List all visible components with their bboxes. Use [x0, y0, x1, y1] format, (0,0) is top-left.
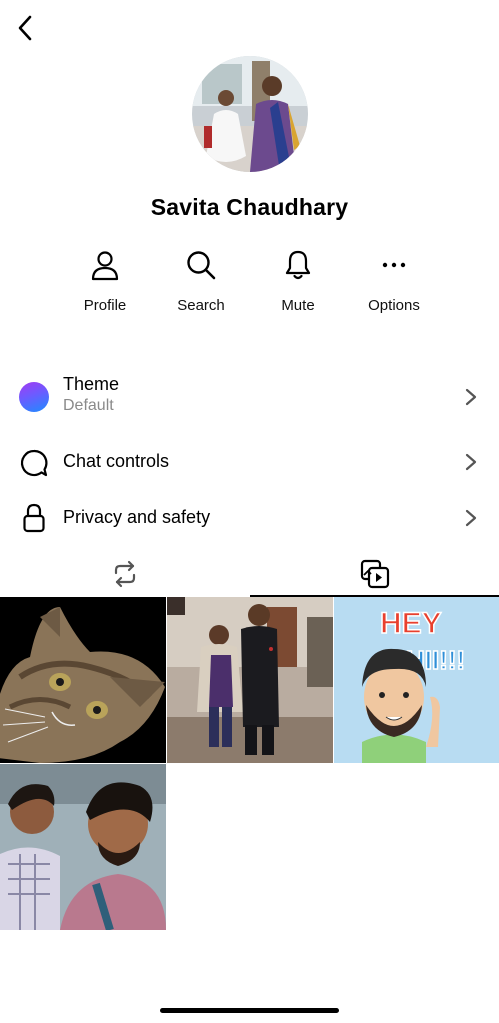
quick-actions: Profile Search Mute Options: [0, 246, 499, 326]
media-gallery-icon: [360, 559, 389, 589]
back-button[interactable]: [10, 12, 40, 44]
chat-bubble-icon: [20, 449, 48, 477]
tab-repeat[interactable]: [0, 552, 249, 596]
search-button[interactable]: Search: [156, 246, 246, 322]
chat-controls-title: Chat controls: [63, 451, 170, 471]
avatar-photo: [192, 56, 308, 172]
chevron-right-icon: [465, 388, 477, 406]
chevron-right-icon: [465, 453, 477, 471]
theme-row[interactable]: Theme Default: [0, 370, 499, 424]
profile-label: Profile: [83, 297, 127, 314]
mute-button[interactable]: Mute: [253, 246, 343, 322]
theme-title: Theme: [63, 374, 120, 394]
mute-label: Mute: [281, 297, 315, 314]
person-icon: [91, 251, 119, 281]
media-item-people[interactable]: [167, 597, 333, 763]
theme-color-dot: [19, 382, 49, 412]
search-icon: [187, 251, 216, 280]
sticker-text-hey: HEY: [380, 607, 442, 640]
media-item-sticker[interactable]: HEY HII!!!: [334, 597, 499, 763]
media-item-selfie[interactable]: [0, 764, 166, 930]
theme-subtitle: Default: [63, 397, 114, 414]
home-indicator[interactable]: [160, 1008, 339, 1013]
bell-icon: [285, 250, 311, 280]
tab-media[interactable]: [250, 552, 499, 596]
profile-name: Savita Chaudhary: [150, 194, 349, 220]
privacy-title: Privacy and safety: [63, 507, 211, 527]
lock-icon: [23, 503, 45, 533]
chevron-left-icon: [18, 15, 32, 41]
avatar[interactable]: [192, 56, 308, 172]
options-button[interactable]: Options: [349, 246, 439, 322]
privacy-row[interactable]: Privacy and safety: [0, 498, 499, 538]
chat-controls-row[interactable]: Chat controls: [0, 442, 499, 482]
media-item-cat[interactable]: [0, 597, 166, 763]
search-label: Search: [177, 297, 225, 314]
profile-button[interactable]: Profile: [60, 246, 150, 322]
chevron-right-icon: [465, 509, 477, 527]
media-tabs: [0, 552, 499, 596]
options-label: Options: [368, 297, 420, 314]
repeat-icon: [114, 560, 135, 588]
more-horizontal-icon: [382, 262, 406, 268]
